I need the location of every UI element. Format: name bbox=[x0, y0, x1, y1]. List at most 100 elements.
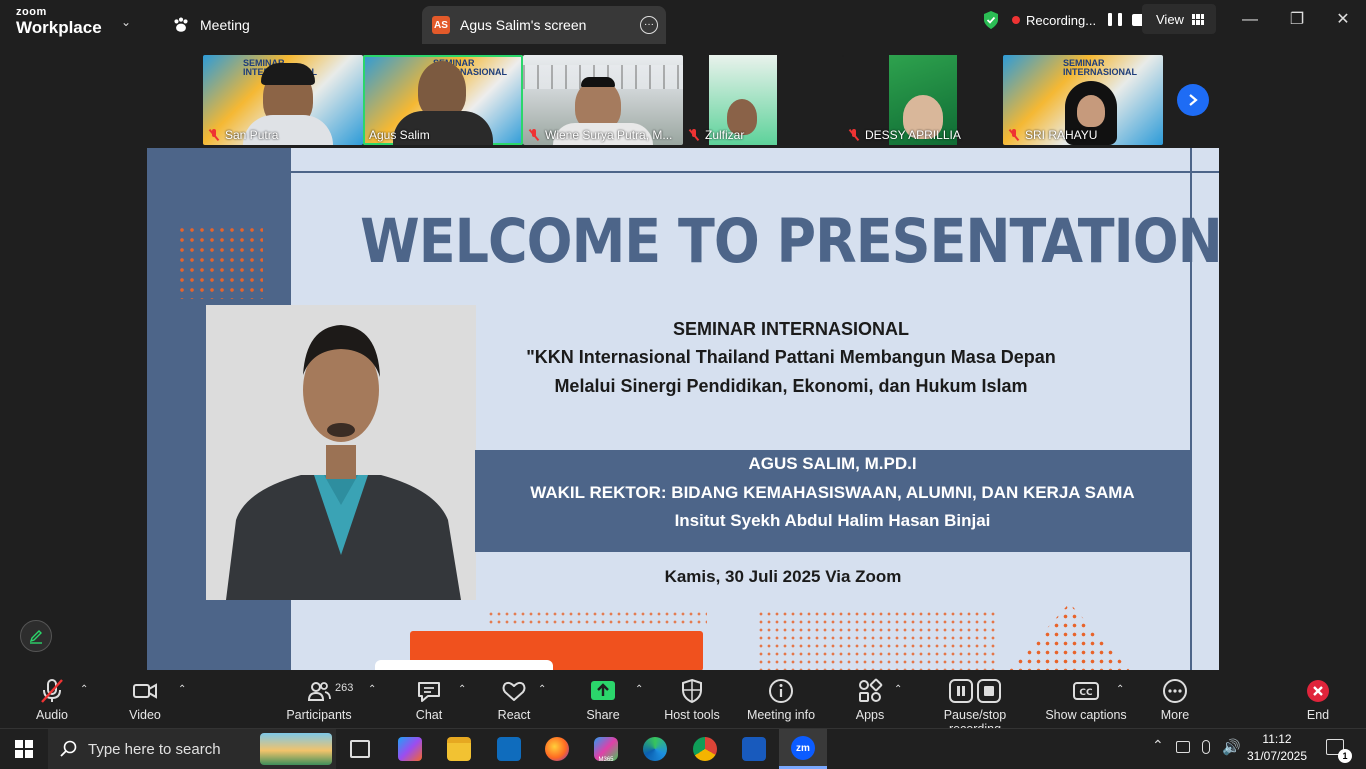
video-tile-wiene-surya-putra[interactable]: Wiene Surya Putra, M... bbox=[523, 55, 683, 145]
task-view-icon[interactable] bbox=[350, 740, 370, 758]
share-label: Share bbox=[586, 708, 620, 722]
volume-icon[interactable]: 🔊 bbox=[1222, 738, 1241, 756]
pencil-icon bbox=[29, 630, 42, 644]
video-tile-dessy-aprillia[interactable]: DESSY APRILLIA bbox=[843, 55, 1003, 145]
microphone-tray-icon[interactable] bbox=[1202, 740, 1210, 754]
copilot-icon[interactable] bbox=[398, 737, 422, 761]
more-button[interactable]: More bbox=[1156, 678, 1194, 722]
outlook-icon[interactable] bbox=[497, 737, 521, 761]
decorative-dots bbox=[177, 225, 263, 299]
decorative-dots bbox=[487, 610, 707, 628]
camera-tray-icon[interactable] bbox=[1176, 741, 1190, 753]
react-options-caret[interactable]: ⌃ bbox=[538, 684, 546, 695]
clock-date[interactable]: 31/07/2025 bbox=[1246, 749, 1308, 763]
chrome-icon[interactable] bbox=[693, 737, 717, 761]
tab-shared-screen[interactable]: AS Agus Salim's screen ··· bbox=[422, 6, 666, 44]
share-button[interactable]: Share bbox=[584, 678, 622, 722]
zoom-logo[interactable]: zoom Workplace bbox=[16, 6, 102, 37]
participants-options-caret[interactable]: ⌃ bbox=[368, 684, 376, 695]
meeting-toolbar: Audio ⌃ Video ⌃ Participants ⌃ Chat ⌃ Re… bbox=[0, 672, 1366, 736]
zoom-taskbar-active[interactable]: zm bbox=[779, 729, 827, 769]
chat-button[interactable]: Chat bbox=[410, 678, 448, 722]
muted-mic-icon bbox=[849, 129, 859, 141]
avatar-badge: AS bbox=[432, 16, 450, 34]
chevron-down-icon[interactable]: ⌄ bbox=[121, 15, 131, 29]
meeting-info-label: Meeting info bbox=[746, 708, 816, 722]
react-label: React bbox=[497, 708, 531, 722]
shield-check-icon[interactable] bbox=[982, 10, 1000, 30]
recording-dot-icon bbox=[1012, 16, 1020, 24]
file-explorer-icon[interactable] bbox=[447, 737, 471, 761]
video-tile-zulfizar[interactable]: Zulfizar bbox=[683, 55, 843, 145]
firefox-icon[interactable] bbox=[545, 737, 569, 761]
search-placeholder: Type here to search bbox=[88, 740, 221, 758]
decorative-dots bbox=[1007, 603, 1132, 670]
taskbar-search-box[interactable]: Type here to search bbox=[48, 729, 336, 769]
minimize-icon[interactable]: — bbox=[1240, 10, 1260, 30]
decorative-dots bbox=[757, 610, 997, 670]
windows-start-icon[interactable] bbox=[15, 740, 33, 758]
meeting-info-button[interactable]: Meeting info bbox=[745, 678, 817, 722]
heart-bubble-icon bbox=[502, 681, 526, 701]
participant-name: San Putra bbox=[209, 128, 278, 142]
close-icon[interactable]: ✕ bbox=[1333, 10, 1353, 30]
end-meeting-button[interactable]: End bbox=[1300, 678, 1336, 722]
apps-button[interactable]: Apps bbox=[853, 678, 887, 722]
brand-top: zoom bbox=[16, 6, 47, 18]
participants-count: 263 bbox=[335, 682, 354, 694]
video-tile-sri-rahayu[interactable]: SEMINAR INTERNASIONAL SRI RAHAYU bbox=[1003, 55, 1163, 145]
participant-name: SRI RAHAYU bbox=[1009, 128, 1097, 142]
restore-icon[interactable]: ❐ bbox=[1287, 10, 1307, 30]
participants-icon bbox=[307, 682, 331, 701]
video-label: Video bbox=[129, 708, 161, 722]
video-tile-agus-salim[interactable]: SEMINAR INTERNASIONAL Agus Salim bbox=[363, 55, 523, 145]
captions-options-caret[interactable]: ⌃ bbox=[1116, 684, 1124, 695]
chat-bubble-icon bbox=[418, 682, 440, 702]
edge-icon[interactable] bbox=[643, 737, 667, 761]
participant-name: Wiene Surya Putra, M... bbox=[529, 128, 672, 142]
host-tools-label: Host tools bbox=[664, 708, 720, 722]
view-button[interactable]: View bbox=[1142, 4, 1216, 34]
recording-label: Recording... bbox=[1026, 12, 1097, 28]
next-page-button[interactable] bbox=[1177, 84, 1209, 116]
recording-status: Recording... bbox=[982, 8, 1145, 32]
react-button[interactable]: React bbox=[496, 678, 532, 722]
share-options-caret[interactable]: ⌃ bbox=[635, 684, 643, 695]
tab-meeting[interactable]: Meeting bbox=[160, 6, 420, 44]
zoom-app-icon: zm bbox=[791, 736, 815, 760]
end-icon bbox=[1307, 680, 1329, 702]
chat-options-caret[interactable]: ⌃ bbox=[458, 684, 466, 695]
notification-count-badge: 1 bbox=[1338, 749, 1352, 763]
video-button[interactable]: Video bbox=[124, 678, 166, 722]
event-date: Kamis, 30 Juli 2025 Via Zoom bbox=[664, 567, 902, 586]
video-tile-san-putra[interactable]: SEMINARINTERNASIONAL San Putra bbox=[203, 55, 363, 145]
speaker-name: AGUS SALIM, M.PD.I bbox=[748, 454, 917, 473]
more-options-icon[interactable]: ··· bbox=[640, 16, 658, 34]
captions-label: Show captions bbox=[1045, 708, 1127, 722]
search-highlight-image bbox=[260, 733, 332, 765]
audio-options-caret[interactable]: ⌃ bbox=[80, 684, 88, 695]
more-label: More bbox=[1160, 708, 1190, 722]
video-camera-icon bbox=[133, 683, 157, 699]
pause-recording-button[interactable] bbox=[1108, 13, 1123, 27]
apps-options-caret[interactable]: ⌃ bbox=[894, 684, 902, 695]
search-icon bbox=[60, 740, 77, 757]
word-icon[interactable] bbox=[742, 737, 766, 761]
tab-label: Agus Salim's screen bbox=[460, 17, 587, 33]
share-screen-icon bbox=[591, 681, 615, 700]
clock-time[interactable]: 11:12 bbox=[1246, 732, 1308, 746]
participant-name: DESSY APRILLIA bbox=[849, 128, 961, 142]
grid-icon bbox=[1191, 13, 1204, 25]
participants-label: Participants bbox=[286, 708, 352, 722]
host-tools-button[interactable]: Host tools bbox=[662, 678, 722, 722]
apps-icon bbox=[859, 678, 883, 702]
video-options-caret[interactable]: ⌃ bbox=[178, 684, 186, 695]
audio-button[interactable]: Audio bbox=[30, 678, 74, 722]
banner-text: SEMINARINTERNASIONAL bbox=[1063, 58, 1137, 77]
cap-shape bbox=[581, 77, 615, 87]
m365-label: M365 bbox=[598, 757, 614, 763]
participant-name: Zulfizar bbox=[689, 128, 744, 142]
annotate-pencil-button[interactable] bbox=[20, 620, 52, 652]
chevron-up-icon[interactable]: ⌃ bbox=[1152, 737, 1164, 754]
captions-icon: CC bbox=[1073, 682, 1099, 700]
